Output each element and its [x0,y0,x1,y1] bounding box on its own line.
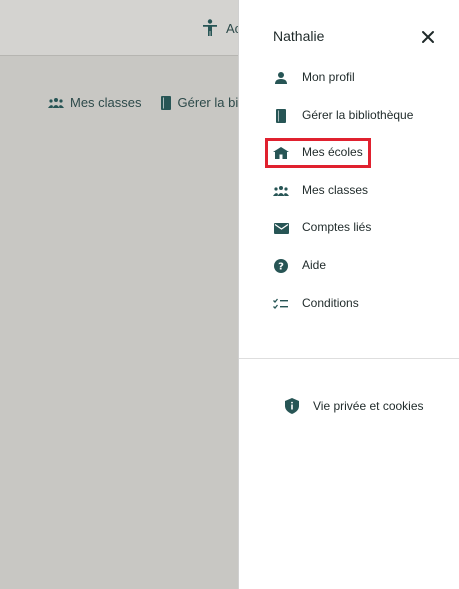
menu-item-help[interactable]: ? Aide [239,247,459,285]
menu-item-profile[interactable]: Mon profil [239,59,459,97]
menu-item-label: Mes classes [302,182,369,197]
drawer-divider [239,358,459,359]
checklist-icon [273,297,289,311]
bg-nav-classes-label: Mes classes [70,95,142,110]
privacy-cookies-link[interactable]: Vie privée et cookies [285,398,424,414]
book-icon [273,108,289,123]
user-menu-drawer: Nathalie Mon profil Gérer la bibliothèqu… [238,0,459,589]
menu-item-label: Mon profil [302,70,355,84]
menu-item-label: Gérer la bibliothèque [302,107,414,122]
menu-item-label: Conditions [302,295,359,310]
shield-icon [285,398,299,414]
help-icon: ? [273,258,289,273]
book-icon [160,95,171,110]
close-icon [422,31,434,43]
bg-nav-classes[interactable]: Mes classes [48,95,142,110]
menu-item-label: Aide [302,257,327,272]
mail-icon [273,221,289,235]
menu-item-library[interactable]: Gérer la bibliothèque [239,97,459,135]
drawer-header: Nathalie [239,0,459,64]
group-icon [273,184,289,198]
menu-item-linked-accounts[interactable]: Comptes liés [239,209,459,247]
bg-nav-library[interactable]: Gérer la bibl [160,95,248,110]
user-name: Nathalie [273,28,325,44]
menu-item-label: Comptes liés [302,220,372,235]
group-icon [48,97,64,108]
background-nav: Mes classes Gérer la bibl [48,95,266,110]
menu-item-conditions[interactable]: Conditions [239,285,459,323]
person-icon [273,71,289,85]
svg-text:?: ? [278,261,284,272]
close-button[interactable] [420,29,436,45]
drawer-menu: Mon profil Gérer la bibliothèque Mes éco… [239,59,459,322]
selection-highlight [265,138,371,168]
privacy-label: Vie privée et cookies [313,399,424,413]
menu-item-classes[interactable]: Mes classes [239,172,459,210]
accessibility-button[interactable]: Ac [202,19,241,37]
accessibility-icon [203,19,217,36]
